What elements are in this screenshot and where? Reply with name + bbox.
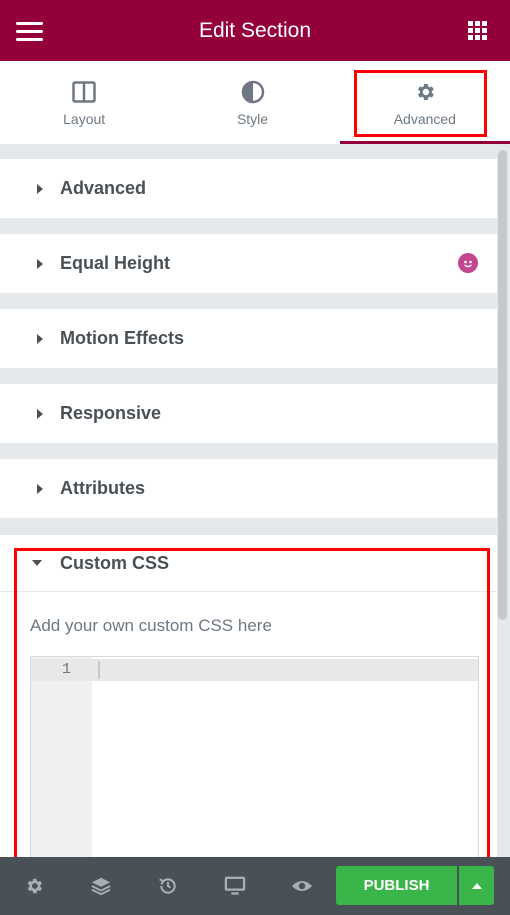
settings-icon[interactable] <box>0 857 67 915</box>
panel-tabs: Layout Style Advanced <box>0 61 510 144</box>
half-circle-icon <box>240 79 266 105</box>
custom-css-label: Custom CSS <box>60 552 170 573</box>
section-label: Responsive <box>60 403 162 423</box>
caret-right-icon <box>37 258 43 269</box>
addon-badge-icon <box>458 253 478 273</box>
hamburger-icon[interactable] <box>16 22 43 41</box>
publish-options-button[interactable] <box>459 866 494 905</box>
panel-header: Edit Section <box>0 0 510 61</box>
grid-icon[interactable] <box>468 21 488 41</box>
publish-button[interactable]: PUBLISH <box>336 866 457 905</box>
tab-advanced[interactable]: Advanced <box>339 61 510 144</box>
section-label: Motion Effects <box>60 328 184 348</box>
caret-right-icon <box>37 483 43 494</box>
tab-style[interactable]: Style <box>168 61 336 144</box>
gear-icon <box>412 79 438 105</box>
custom-css-description: Add your own custom CSS here <box>30 616 272 635</box>
caret-right-icon <box>37 183 43 194</box>
editor-panel: Edit Section Layout Style Advanced Advan… <box>0 0 510 915</box>
sections-scroll-area[interactable]: Advanced Equal Height Motion Effects Res… <box>0 144 497 857</box>
section-label: Attributes <box>60 478 145 498</box>
section-motion-effects[interactable]: Motion Effects <box>0 309 497 368</box>
text-cursor <box>98 661 100 679</box>
section-label: Advanced <box>60 178 147 198</box>
caret-right-icon <box>37 333 43 344</box>
columns-icon <box>71 79 97 105</box>
history-icon[interactable] <box>134 857 201 915</box>
tab-style-label: Style <box>236 111 269 127</box>
caret-right-icon <box>37 408 43 419</box>
caret-down-icon <box>32 560 42 566</box>
preview-icon[interactable] <box>268 857 335 915</box>
custom-css-header[interactable]: Custom CSS <box>0 535 497 592</box>
section-label: Equal Height <box>60 253 171 273</box>
tab-layout[interactable]: Layout <box>0 61 168 144</box>
css-code-editor[interactable]: 1 <box>30 656 479 857</box>
section-advanced[interactable]: Advanced <box>0 159 497 218</box>
line-number: 1 <box>61 661 71 678</box>
panel-footer: PUBLISH <box>0 857 510 915</box>
section-attributes[interactable]: Attributes <box>0 459 497 518</box>
section-responsive[interactable]: Responsive <box>0 384 497 443</box>
scrollbar-thumb[interactable] <box>498 150 507 620</box>
responsive-icon[interactable] <box>201 857 268 915</box>
caret-up-icon <box>471 882 482 889</box>
tab-advanced-label: Advanced <box>393 111 456 127</box>
editor-gutter <box>31 657 92 857</box>
section-equal-height[interactable]: Equal Height <box>0 234 497 293</box>
panel-title: Edit Section <box>198 18 312 42</box>
layers-icon[interactable] <box>67 857 134 915</box>
tab-layout-label: Layout <box>63 111 106 127</box>
section-custom-css: Custom CSS Add your own custom CSS here … <box>0 535 497 857</box>
